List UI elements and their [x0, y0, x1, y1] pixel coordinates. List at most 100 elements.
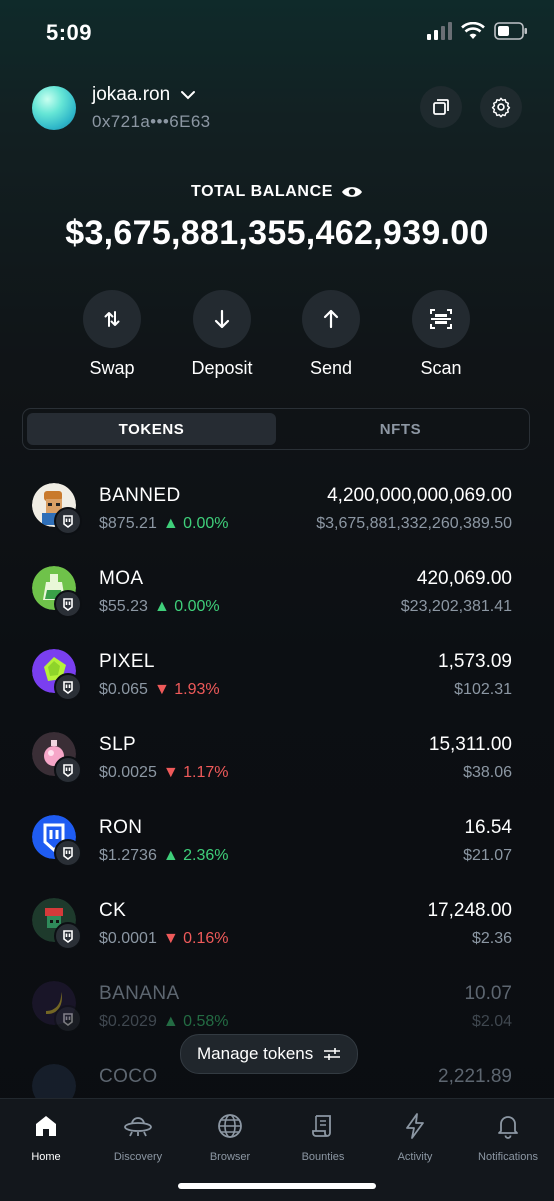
nav-activity-label: Activity — [397, 1151, 433, 1163]
tab-tokens[interactable]: TOKENS — [27, 413, 276, 445]
token-symbol: BANNED — [99, 485, 181, 506]
copy-button[interactable] — [420, 86, 462, 128]
tab-nfts[interactable]: NFTS — [276, 413, 525, 445]
nav-home[interactable]: Home — [0, 1111, 92, 1163]
account-switcher[interactable]: jokaa.ron 0x721a•••6E63 — [32, 84, 211, 132]
token-value: $2.36 — [471, 930, 512, 947]
swap-button[interactable]: Swap — [57, 290, 167, 379]
token-row[interactable]: MOA $55.23 ▲ 0.00% 420,069.00 $23,202,381… — [0, 566, 554, 626]
nav-notifications[interactable]: Notifications — [462, 1111, 554, 1163]
nav-notifications-label: Notifications — [478, 1151, 538, 1163]
price-change-up: ▲ 0.00% — [153, 598, 220, 615]
eye-icon[interactable] — [341, 185, 363, 199]
ronin-badge-icon — [54, 922, 82, 950]
scan-button[interactable]: Scan — [386, 290, 496, 379]
token-amount: 10.07 — [464, 983, 512, 1004]
swap-icon — [104, 311, 120, 327]
ronin-badge-icon — [54, 590, 82, 618]
token-row[interactable]: RON $1.2736 ▲ 2.36% 16.54 $21.07 — [0, 815, 554, 875]
nav-discovery[interactable]: Discovery — [92, 1111, 184, 1163]
token-row[interactable]: CK $0.0001 ▼ 0.16% 17,248.00 $2.36 — [0, 898, 554, 958]
deposit-button[interactable]: Deposit — [167, 290, 277, 379]
scroll-icon — [312, 1115, 331, 1137]
battery-icon — [494, 22, 527, 40]
token-value: $23,202,381.41 — [400, 598, 512, 615]
token-amount: 4,200,000,000,069.00 — [327, 485, 512, 506]
globe-icon — [218, 1114, 242, 1138]
scan-icon — [430, 309, 452, 329]
status-icons — [426, 22, 528, 40]
nav-browser-label: Browser — [209, 1151, 251, 1163]
total-balance-label: TOTAL BALANCE — [0, 183, 554, 201]
total-balance-value: $3,675,881,355,462,939.00 — [65, 214, 489, 252]
token-price: $0.2029 ▲ 0.58% — [99, 1013, 229, 1030]
nav-bounties[interactable]: Bounties — [277, 1111, 369, 1163]
arrow-down-icon — [214, 309, 230, 329]
copy-icon — [433, 99, 449, 115]
signal-icon — [427, 22, 452, 40]
swap-label: Swap — [89, 358, 135, 378]
token-symbol: PIXEL — [99, 651, 155, 672]
settings-button[interactable] — [480, 86, 522, 128]
token-row[interactable]: SLP $0.0025 ▼ 1.17% 15,311.00 $38.06 — [0, 732, 554, 792]
bell-icon — [498, 1116, 518, 1139]
lightning-icon — [406, 1113, 424, 1139]
price-change-up: ▲ 0.58% — [162, 1013, 229, 1030]
token-price: $875.21 ▲ 0.00% — [99, 515, 229, 532]
deposit-label: Deposit — [191, 358, 253, 378]
home-icon — [36, 1116, 56, 1136]
avatar — [32, 86, 76, 130]
home-indicator — [178, 1183, 376, 1189]
token-amount: 1,573.09 — [438, 651, 512, 672]
token-row[interactable]: PIXEL $0.065 ▼ 1.93% 1,573.09 $102.31 — [0, 649, 554, 709]
token-value: $38.06 — [463, 764, 512, 781]
token-value: $21.07 — [463, 847, 512, 864]
chevron-down-icon — [181, 91, 196, 100]
price-change-down: ▼ 0.16% — [162, 930, 229, 947]
token-symbol: COCO — [99, 1066, 158, 1087]
token-symbol: SLP — [99, 734, 137, 755]
send-label: Send — [309, 358, 353, 378]
token-price: $0.065 ▼ 1.93% — [99, 681, 220, 698]
token-value: $2.04 — [471, 1013, 512, 1030]
price-change-down: ▼ 1.17% — [162, 764, 229, 781]
token-price: $1.2736 ▲ 2.36% — [99, 847, 229, 864]
token-amount: 17,248.00 — [427, 900, 512, 921]
token-symbol: MOA — [99, 568, 144, 589]
wifi-icon — [461, 22, 485, 39]
status-time: 5:09 — [46, 20, 93, 45]
token-price: $55.23 ▲ 0.00% — [99, 598, 220, 615]
account-name: jokaa.ron — [92, 84, 171, 105]
token-row[interactable]: BANANA $0.2029 ▲ 0.58% 10.07 $2.04 — [0, 981, 554, 1041]
price-change-up: ▲ 0.00% — [162, 515, 229, 532]
account-address: 0x721a•••6E63 — [92, 112, 211, 131]
arrow-up-icon — [323, 309, 339, 329]
coco-token-icon — [32, 1064, 76, 1098]
nav-discovery-label: Discovery — [113, 1151, 163, 1163]
gear-icon — [491, 97, 511, 118]
ronin-badge-icon — [54, 1005, 82, 1033]
ronin-badge-icon — [54, 839, 82, 867]
manage-tokens-button[interactable]: Manage tokens — [180, 1034, 359, 1074]
nav-bounties-label: Bounties — [301, 1151, 345, 1163]
ronin-badge-icon — [54, 673, 82, 701]
token-amount: 420,069.00 — [416, 568, 512, 589]
nav-browser[interactable]: Browser — [184, 1111, 276, 1163]
token-amount: 16.54 — [464, 817, 512, 838]
token-row[interactable]: BANNED $875.21 ▲ 0.00% 4,200,000,000,069.… — [0, 483, 554, 543]
manage-tokens-label: Manage tokens — [197, 1044, 314, 1063]
scan-label: Scan — [420, 358, 462, 378]
token-amount: 2,221.89 — [438, 1066, 512, 1087]
token-value: $102.31 — [454, 681, 512, 698]
status-bar: 5:09 — [0, 0, 554, 66]
nav-activity[interactable]: Activity — [369, 1111, 461, 1163]
token-price: $0.0025 ▼ 1.17% — [99, 764, 229, 781]
ronin-badge-icon — [54, 507, 82, 535]
asset-tabs: TOKENS NFTS — [22, 408, 530, 450]
ronin-badge-icon — [54, 756, 82, 784]
token-symbol: RON — [99, 817, 143, 838]
ufo-icon — [124, 1117, 152, 1137]
token-amount: 15,311.00 — [428, 734, 512, 755]
token-symbol: BANANA — [99, 983, 180, 1004]
send-button[interactable]: Send — [276, 290, 386, 379]
